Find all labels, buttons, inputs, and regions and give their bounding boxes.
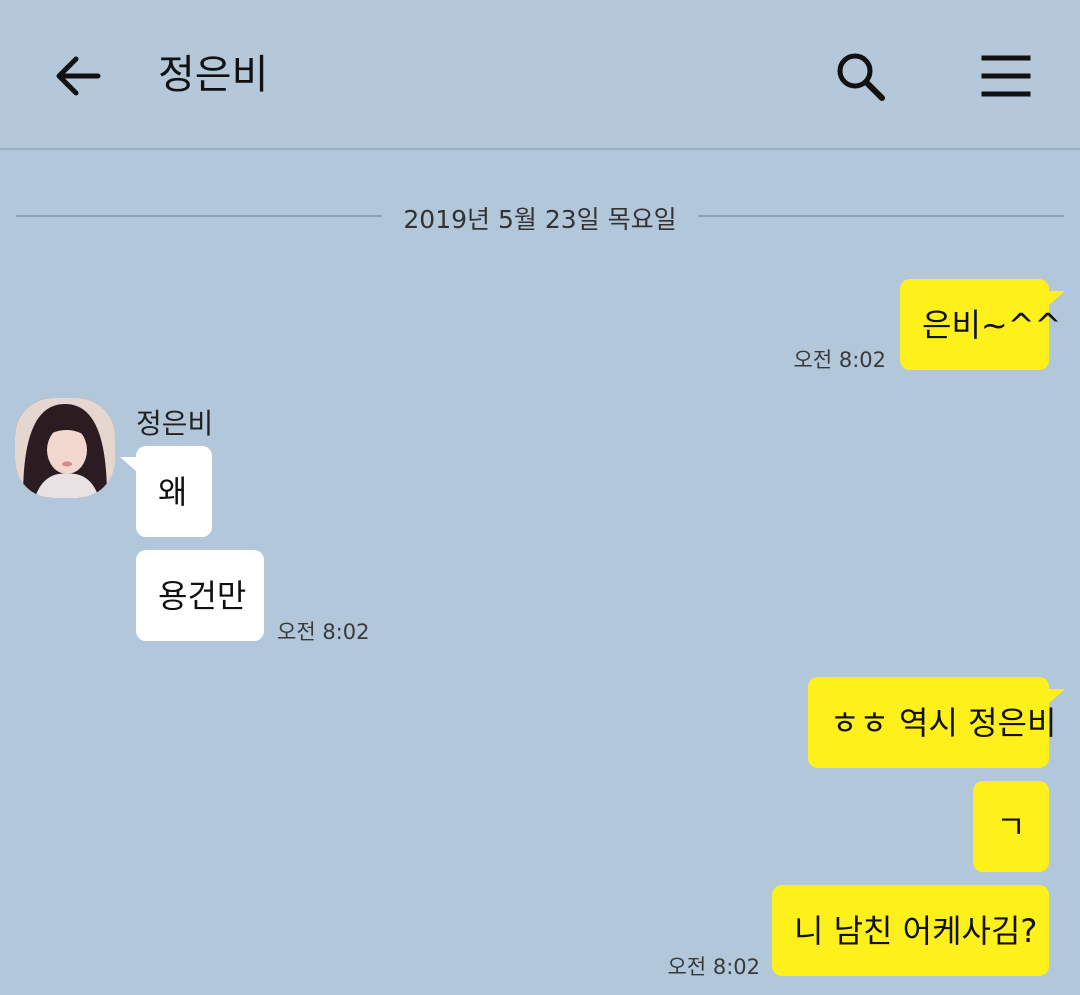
search-icon (837, 53, 885, 101)
divider-left (16, 215, 382, 217)
search-button[interactable] (830, 46, 890, 106)
sender-name: 정은비 (136, 407, 214, 440)
my-message-bubble[interactable]: 은비~^^ (900, 279, 1061, 370)
bubble-tail (120, 457, 136, 471)
menu-button[interactable] (978, 48, 1034, 104)
bubble-tail (1049, 291, 1065, 305)
my-message-bubble[interactable]: 니 남친 어케사김? (772, 885, 1049, 976)
bubble-tail (1049, 689, 1065, 703)
divider-right (698, 215, 1064, 217)
profile-photo (15, 398, 115, 498)
message-text: 은비~^^ (922, 305, 1062, 344)
my-message-bubble[interactable]: ㄱ (973, 781, 1049, 872)
their-message-bubble[interactable]: 용건만 (136, 550, 264, 641)
message-text: ㅎㅎ 역시 정은비 (830, 703, 1057, 742)
arrow-left-icon (56, 56, 101, 96)
message-text: 니 남친 어케사김? (794, 911, 1038, 950)
avatar[interactable] (15, 398, 115, 498)
date-separator: 2019년 5월 23일 목요일 (16, 196, 1064, 236)
my-message-bubble[interactable]: ㅎㅎ 역시 정은비 (808, 677, 1056, 768)
hamburger-menu-icon (981, 55, 1031, 97)
their-message-bubble[interactable]: 왜 (136, 446, 212, 537)
back-button[interactable] (50, 48, 106, 104)
message-time: 오전 8:02 (667, 955, 760, 979)
message-text: 왜 (158, 472, 188, 511)
chat-title: 정은비 (158, 52, 269, 98)
chat-header: 정은비 (0, 0, 1080, 150)
message-time: 오전 8:02 (793, 348, 886, 372)
message-text: 용건만 (158, 576, 247, 615)
message-text: ㄱ (996, 807, 1026, 846)
message-time: 오전 8:02 (277, 620, 370, 644)
date-label: 2019년 5월 23일 목요일 (403, 205, 677, 234)
